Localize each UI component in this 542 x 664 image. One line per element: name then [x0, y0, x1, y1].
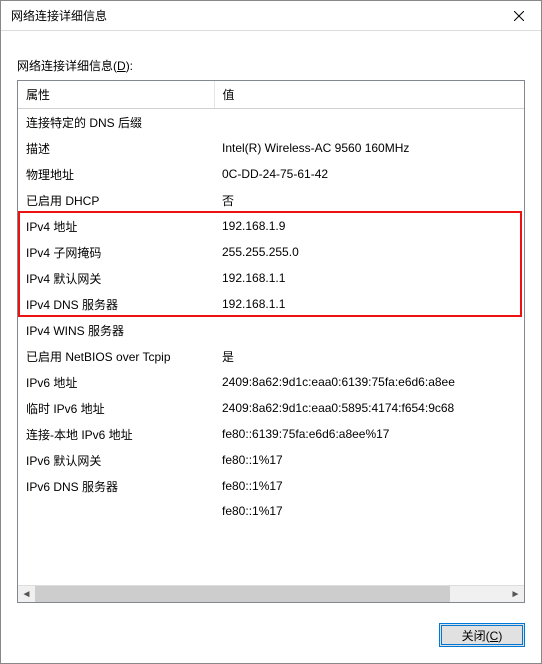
- table-row[interactable]: 描述Intel(R) Wireless-AC 9560 160MHz: [18, 135, 524, 161]
- value-cell: fe80::6139:75fa:e6d6:a8ee%17: [214, 421, 524, 447]
- details-table-scroll: 属性 值 连接特定的 DNS 后缀描述Intel(R) Wireless-AC …: [18, 81, 524, 585]
- value-cell: [214, 317, 524, 343]
- value-cell: 否: [214, 187, 524, 213]
- value-cell: fe80::1%17: [214, 499, 524, 522]
- value-cell: fe80::1%17: [214, 473, 524, 499]
- column-header-value[interactable]: 值: [214, 81, 524, 109]
- property-cell: IPv4 地址: [18, 213, 214, 239]
- section-label: 网络连接详细信息(D):: [17, 57, 525, 74]
- scroll-left-arrow-icon[interactable]: ◄: [18, 586, 35, 602]
- value-cell: 192.168.1.1: [214, 265, 524, 291]
- table-row[interactable]: IPv6 DNS 服务器fe80::1%17: [18, 473, 524, 499]
- table-row[interactable]: 已启用 NetBIOS over Tcpip是: [18, 343, 524, 369]
- property-cell: 描述: [18, 135, 214, 161]
- table-row[interactable]: 连接-本地 IPv6 地址fe80::6139:75fa:e6d6:a8ee%1…: [18, 421, 524, 447]
- value-cell: [214, 109, 524, 136]
- horizontal-scrollbar[interactable]: ◄ ►: [18, 585, 524, 602]
- column-header-property[interactable]: 属性: [18, 81, 214, 109]
- value-cell: 0C-DD-24-75-61-42: [214, 161, 524, 187]
- property-cell: IPv4 DNS 服务器: [18, 291, 214, 317]
- property-cell: 已启用 DHCP: [18, 187, 214, 213]
- table-row[interactable]: 物理地址0C-DD-24-75-61-42: [18, 161, 524, 187]
- table-row[interactable]: IPv4 默认网关192.168.1.1: [18, 265, 524, 291]
- section-label-accel: (D):: [113, 59, 133, 73]
- property-cell: 物理地址: [18, 161, 214, 187]
- table-header-row: 属性 值: [18, 81, 524, 109]
- table-row[interactable]: fe80::1%17: [18, 499, 524, 522]
- value-cell: fe80::1%17: [214, 447, 524, 473]
- table-row[interactable]: 临时 IPv6 地址2409:8a62:9d1c:eaa0:5895:4174:…: [18, 395, 524, 421]
- table-row[interactable]: IPv4 子网掩码255.255.255.0: [18, 239, 524, 265]
- property-cell: [18, 499, 214, 522]
- scroll-right-arrow-icon[interactable]: ►: [507, 586, 524, 602]
- value-cell: Intel(R) Wireless-AC 9560 160MHz: [214, 135, 524, 161]
- property-cell: 已启用 NetBIOS over Tcpip: [18, 343, 214, 369]
- property-cell: 连接-本地 IPv6 地址: [18, 421, 214, 447]
- value-cell: 192.168.1.9: [214, 213, 524, 239]
- scroll-thumb[interactable]: [35, 586, 450, 602]
- table-row[interactable]: IPv6 默认网关fe80::1%17: [18, 447, 524, 473]
- close-button-accel: (C): [486, 629, 503, 643]
- close-button-label: 关闭: [462, 629, 486, 643]
- property-cell: IPv4 默认网关: [18, 265, 214, 291]
- property-cell: IPv6 地址: [18, 369, 214, 395]
- value-cell: 192.168.1.1: [214, 291, 524, 317]
- window-title: 网络连接详细信息: [11, 7, 496, 24]
- value-cell: 255.255.255.0: [214, 239, 524, 265]
- value-cell: 2409:8a62:9d1c:eaa0:5895:4174:f654:9c68: [214, 395, 524, 421]
- titlebar[interactable]: 网络连接详细信息: [1, 1, 541, 31]
- property-cell: 临时 IPv6 地址: [18, 395, 214, 421]
- table-row[interactable]: 已启用 DHCP否: [18, 187, 524, 213]
- dialog-footer: 关闭(C): [17, 603, 525, 647]
- details-table-container: 属性 值 连接特定的 DNS 后缀描述Intel(R) Wireless-AC …: [17, 80, 525, 603]
- scroll-track[interactable]: [35, 586, 507, 602]
- property-cell: IPv6 DNS 服务器: [18, 473, 214, 499]
- close-button[interactable]: 关闭(C): [439, 623, 525, 647]
- property-cell: IPv4 WINS 服务器: [18, 317, 214, 343]
- property-cell: IPv6 默认网关: [18, 447, 214, 473]
- table-row[interactable]: 连接特定的 DNS 后缀: [18, 109, 524, 136]
- close-icon[interactable]: [496, 1, 541, 31]
- section-label-text: 网络连接详细信息: [17, 59, 113, 73]
- property-cell: IPv4 子网掩码: [18, 239, 214, 265]
- value-cell: 是: [214, 343, 524, 369]
- value-cell: 2409:8a62:9d1c:eaa0:6139:75fa:e6d6:a8ee: [214, 369, 524, 395]
- table-row[interactable]: IPv4 地址192.168.1.9: [18, 213, 524, 239]
- table-row[interactable]: IPv4 DNS 服务器192.168.1.1: [18, 291, 524, 317]
- content-area: 网络连接详细信息(D): 属性 值 连接特定的 DNS 后缀描述Intel(R)…: [1, 31, 541, 663]
- table-row[interactable]: IPv4 WINS 服务器: [18, 317, 524, 343]
- property-cell: 连接特定的 DNS 后缀: [18, 109, 214, 136]
- details-table: 属性 值 连接特定的 DNS 后缀描述Intel(R) Wireless-AC …: [18, 81, 524, 522]
- table-row[interactable]: IPv6 地址2409:8a62:9d1c:eaa0:6139:75fa:e6d…: [18, 369, 524, 395]
